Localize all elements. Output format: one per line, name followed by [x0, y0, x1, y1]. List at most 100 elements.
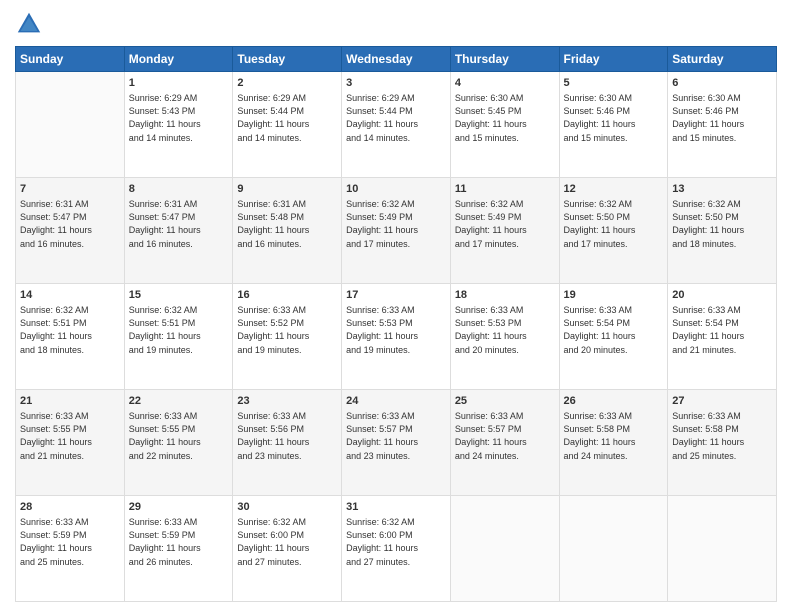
day-number: 22 — [129, 394, 229, 409]
calendar-cell: 27Sunrise: 6:33 AMSunset: 5:58 PMDayligh… — [668, 390, 777, 496]
day-number: 16 — [237, 288, 337, 303]
cell-content: Sunrise: 6:29 AMSunset: 5:43 PMDaylight:… — [129, 92, 229, 144]
day-number: 3 — [346, 76, 446, 91]
cell-content: Sunrise: 6:29 AMSunset: 5:44 PMDaylight:… — [237, 92, 337, 144]
header — [15, 10, 777, 38]
calendar-cell: 28Sunrise: 6:33 AMSunset: 5:59 PMDayligh… — [16, 496, 125, 602]
calendar-cell: 22Sunrise: 6:33 AMSunset: 5:55 PMDayligh… — [124, 390, 233, 496]
day-number: 28 — [20, 500, 120, 515]
day-number: 20 — [672, 288, 772, 303]
calendar-cell: 9Sunrise: 6:31 AMSunset: 5:48 PMDaylight… — [233, 178, 342, 284]
day-number: 31 — [346, 500, 446, 515]
cell-content: Sunrise: 6:33 AMSunset: 5:57 PMDaylight:… — [455, 410, 555, 462]
calendar-cell: 8Sunrise: 6:31 AMSunset: 5:47 PMDaylight… — [124, 178, 233, 284]
day-number: 18 — [455, 288, 555, 303]
day-number: 15 — [129, 288, 229, 303]
calendar-cell — [559, 496, 668, 602]
calendar-cell: 25Sunrise: 6:33 AMSunset: 5:57 PMDayligh… — [450, 390, 559, 496]
calendar-cell: 23Sunrise: 6:33 AMSunset: 5:56 PMDayligh… — [233, 390, 342, 496]
calendar-cell — [16, 72, 125, 178]
calendar-cell: 11Sunrise: 6:32 AMSunset: 5:49 PMDayligh… — [450, 178, 559, 284]
cell-content: Sunrise: 6:33 AMSunset: 5:59 PMDaylight:… — [20, 516, 120, 568]
cell-content: Sunrise: 6:30 AMSunset: 5:46 PMDaylight:… — [672, 92, 772, 144]
cell-content: Sunrise: 6:33 AMSunset: 5:58 PMDaylight:… — [564, 410, 664, 462]
day-number: 25 — [455, 394, 555, 409]
cell-content: Sunrise: 6:29 AMSunset: 5:44 PMDaylight:… — [346, 92, 446, 144]
calendar-cell: 7Sunrise: 6:31 AMSunset: 5:47 PMDaylight… — [16, 178, 125, 284]
day-header-tuesday: Tuesday — [233, 47, 342, 72]
page: SundayMondayTuesdayWednesdayThursdayFrid… — [0, 0, 792, 612]
calendar-cell: 14Sunrise: 6:32 AMSunset: 5:51 PMDayligh… — [16, 284, 125, 390]
calendar-week-row: 21Sunrise: 6:33 AMSunset: 5:55 PMDayligh… — [16, 390, 777, 496]
calendar-week-row: 7Sunrise: 6:31 AMSunset: 5:47 PMDaylight… — [16, 178, 777, 284]
day-number: 9 — [237, 182, 337, 197]
calendar-cell: 31Sunrise: 6:32 AMSunset: 6:00 PMDayligh… — [342, 496, 451, 602]
day-number: 5 — [564, 76, 664, 91]
cell-content: Sunrise: 6:33 AMSunset: 5:57 PMDaylight:… — [346, 410, 446, 462]
day-number: 11 — [455, 182, 555, 197]
cell-content: Sunrise: 6:31 AMSunset: 5:47 PMDaylight:… — [20, 198, 120, 250]
calendar-cell: 21Sunrise: 6:33 AMSunset: 5:55 PMDayligh… — [16, 390, 125, 496]
day-number: 1 — [129, 76, 229, 91]
calendar-cell: 12Sunrise: 6:32 AMSunset: 5:50 PMDayligh… — [559, 178, 668, 284]
calendar-cell: 17Sunrise: 6:33 AMSunset: 5:53 PMDayligh… — [342, 284, 451, 390]
cell-content: Sunrise: 6:30 AMSunset: 5:45 PMDaylight:… — [455, 92, 555, 144]
day-header-wednesday: Wednesday — [342, 47, 451, 72]
cell-content: Sunrise: 6:32 AMSunset: 5:49 PMDaylight:… — [346, 198, 446, 250]
day-number: 19 — [564, 288, 664, 303]
day-number: 24 — [346, 394, 446, 409]
day-number: 4 — [455, 76, 555, 91]
calendar-cell: 5Sunrise: 6:30 AMSunset: 5:46 PMDaylight… — [559, 72, 668, 178]
day-header-friday: Friday — [559, 47, 668, 72]
day-number: 6 — [672, 76, 772, 91]
calendar-cell: 13Sunrise: 6:32 AMSunset: 5:50 PMDayligh… — [668, 178, 777, 284]
cell-content: Sunrise: 6:32 AMSunset: 6:00 PMDaylight:… — [346, 516, 446, 568]
calendar-cell: 18Sunrise: 6:33 AMSunset: 5:53 PMDayligh… — [450, 284, 559, 390]
cell-content: Sunrise: 6:33 AMSunset: 5:56 PMDaylight:… — [237, 410, 337, 462]
day-number: 23 — [237, 394, 337, 409]
calendar-cell: 30Sunrise: 6:32 AMSunset: 6:00 PMDayligh… — [233, 496, 342, 602]
calendar-cell: 26Sunrise: 6:33 AMSunset: 5:58 PMDayligh… — [559, 390, 668, 496]
day-number: 12 — [564, 182, 664, 197]
calendar-cell: 29Sunrise: 6:33 AMSunset: 5:59 PMDayligh… — [124, 496, 233, 602]
cell-content: Sunrise: 6:33 AMSunset: 5:55 PMDaylight:… — [20, 410, 120, 462]
calendar-cell: 16Sunrise: 6:33 AMSunset: 5:52 PMDayligh… — [233, 284, 342, 390]
cell-content: Sunrise: 6:31 AMSunset: 5:48 PMDaylight:… — [237, 198, 337, 250]
cell-content: Sunrise: 6:33 AMSunset: 5:55 PMDaylight:… — [129, 410, 229, 462]
calendar-week-row: 28Sunrise: 6:33 AMSunset: 5:59 PMDayligh… — [16, 496, 777, 602]
day-header-saturday: Saturday — [668, 47, 777, 72]
cell-content: Sunrise: 6:33 AMSunset: 5:54 PMDaylight:… — [564, 304, 664, 356]
calendar-cell: 19Sunrise: 6:33 AMSunset: 5:54 PMDayligh… — [559, 284, 668, 390]
cell-content: Sunrise: 6:32 AMSunset: 5:49 PMDaylight:… — [455, 198, 555, 250]
day-number: 29 — [129, 500, 229, 515]
cell-content: Sunrise: 6:33 AMSunset: 5:53 PMDaylight:… — [346, 304, 446, 356]
day-number: 2 — [237, 76, 337, 91]
day-header-thursday: Thursday — [450, 47, 559, 72]
cell-content: Sunrise: 6:32 AMSunset: 5:51 PMDaylight:… — [129, 304, 229, 356]
day-number: 13 — [672, 182, 772, 197]
cell-content: Sunrise: 6:32 AMSunset: 5:50 PMDaylight:… — [564, 198, 664, 250]
logo — [15, 10, 47, 38]
cell-content: Sunrise: 6:31 AMSunset: 5:47 PMDaylight:… — [129, 198, 229, 250]
calendar-cell: 1Sunrise: 6:29 AMSunset: 5:43 PMDaylight… — [124, 72, 233, 178]
day-number: 7 — [20, 182, 120, 197]
calendar-table: SundayMondayTuesdayWednesdayThursdayFrid… — [15, 46, 777, 602]
logo-icon — [15, 10, 43, 38]
cell-content: Sunrise: 6:32 AMSunset: 5:51 PMDaylight:… — [20, 304, 120, 356]
day-number: 26 — [564, 394, 664, 409]
day-header-sunday: Sunday — [16, 47, 125, 72]
calendar-cell: 6Sunrise: 6:30 AMSunset: 5:46 PMDaylight… — [668, 72, 777, 178]
calendar-cell: 3Sunrise: 6:29 AMSunset: 5:44 PMDaylight… — [342, 72, 451, 178]
calendar-cell — [450, 496, 559, 602]
calendar-week-row: 1Sunrise: 6:29 AMSunset: 5:43 PMDaylight… — [16, 72, 777, 178]
cell-content: Sunrise: 6:32 AMSunset: 6:00 PMDaylight:… — [237, 516, 337, 568]
calendar-cell: 10Sunrise: 6:32 AMSunset: 5:49 PMDayligh… — [342, 178, 451, 284]
day-number: 27 — [672, 394, 772, 409]
calendar-cell: 2Sunrise: 6:29 AMSunset: 5:44 PMDaylight… — [233, 72, 342, 178]
day-number: 17 — [346, 288, 446, 303]
cell-content: Sunrise: 6:33 AMSunset: 5:59 PMDaylight:… — [129, 516, 229, 568]
calendar-cell: 20Sunrise: 6:33 AMSunset: 5:54 PMDayligh… — [668, 284, 777, 390]
cell-content: Sunrise: 6:33 AMSunset: 5:54 PMDaylight:… — [672, 304, 772, 356]
calendar-cell: 15Sunrise: 6:32 AMSunset: 5:51 PMDayligh… — [124, 284, 233, 390]
day-number: 30 — [237, 500, 337, 515]
